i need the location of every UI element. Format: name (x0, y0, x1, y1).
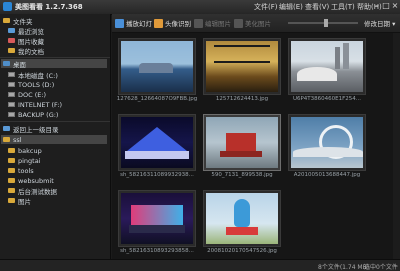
menu-view[interactable]: 查看(V) (305, 2, 329, 12)
drive-icon (8, 112, 15, 117)
drive-icon (8, 102, 15, 107)
recent-icon (8, 28, 15, 33)
sort-dropdown[interactable]: 修改日期 ▾ (364, 18, 395, 28)
sidebar-item-documents[interactable]: 我的文档 (8, 46, 44, 56)
folder-icon (8, 48, 15, 53)
sidebar-item-tools[interactable]: tools (8, 166, 34, 175)
thumbnail-image (118, 114, 196, 171)
sidebar-item-desktop[interactable]: 桌面 (1, 59, 107, 69)
face-detect-button[interactable]: 头像识别 (154, 17, 191, 29)
thumbnail-item[interactable]: sh_58216311089932938... (116, 112, 198, 181)
drive-icon (8, 92, 15, 97)
sidebar-item-pingtai[interactable]: pingtai (8, 156, 41, 165)
vertical-scrollbar[interactable] (393, 33, 400, 259)
thumbnail-item[interactable]: 127628_12664087O9FBB.jpg (116, 36, 198, 105)
folder-icon (8, 198, 15, 203)
folder-icon (8, 148, 15, 153)
sidebar-item-websubmit[interactable]: websubmit (8, 176, 54, 185)
sidebar-item-recent[interactable]: 最近浏览 (8, 26, 44, 36)
slideshow-button[interactable]: 播放幻灯 (115, 17, 152, 29)
edit-image-button[interactable]: 编辑图片 (194, 17, 231, 29)
thumbnail-item[interactable]: A201005013688447.jpg (286, 112, 368, 181)
chevron-down-icon: ▾ (392, 20, 396, 28)
thumbnail-image (203, 38, 281, 95)
sidebar-item-pictures[interactable]: 图片 (8, 196, 31, 206)
thumbnail-filename: A201005013688447.jpg (293, 172, 361, 178)
title-bar: 美图看看 1.2.7.368 文件(F) 编辑(E) 查看(V) 工具(T) 帮… (0, 0, 400, 15)
menu-file[interactable]: 文件(F) (254, 2, 278, 12)
thumbnail-image (288, 38, 366, 95)
close-icon[interactable]: × (390, 1, 400, 11)
thumbnail-image (203, 114, 281, 171)
folder-icon (3, 137, 10, 142)
thumbnail-item[interactable]: 125712624413.jpg (201, 36, 283, 105)
desktop-icon (3, 61, 10, 66)
thumbnail-filename: 590_7131_899538.jpg (211, 172, 273, 178)
beautify-icon (234, 18, 243, 28)
thumbnail-item[interactable]: sh_58216310893293858... (116, 188, 198, 257)
drive-icon (8, 82, 15, 87)
beautify-image-button[interactable]: 美化图片 (234, 17, 271, 29)
sidebar-item-drive-f[interactable]: INTELNET (F:) (8, 100, 62, 109)
zoom-slider-handle[interactable] (324, 19, 329, 27)
menu-edit[interactable]: 编辑(E) (279, 2, 303, 12)
face-icon (154, 18, 163, 28)
app-logo-icon (3, 2, 12, 11)
sidebar-header-folders[interactable]: 文件夹 (3, 16, 33, 26)
thumbnail-item[interactable]: 20081020170547526.jpg (201, 188, 283, 257)
thumbnail-image (288, 114, 366, 171)
thumbnail-filename: 20081020170547526.jpg (207, 248, 277, 254)
folder-icon (8, 158, 15, 163)
sidebar-item-drive-d[interactable]: TOOLS (D:) (8, 80, 54, 89)
sidebar-item-bakcup[interactable]: bakcup (8, 146, 42, 155)
sidebar-item-favorites[interactable]: 图片收藏 (8, 36, 44, 46)
thumbnail-filename: 127628_12664087O9FBB.jpg (116, 96, 198, 102)
thumbnail-item-selected[interactable]: 590_7131_899538.jpg (201, 112, 283, 181)
sidebar-item-drive-c[interactable]: 本地磁盘 (C:) (8, 70, 58, 80)
app-title: 美图看看 1.2.7.368 (15, 3, 83, 11)
folder-icon (8, 168, 15, 173)
thumbnail-item[interactable]: U6P4T3860460E1F254... (286, 36, 368, 105)
sidebar-item-drive-g[interactable]: BACKUP (G:) (8, 110, 58, 119)
drive-icon (8, 72, 15, 77)
thumbnail-filename: 125712624413.jpg (215, 96, 269, 102)
folder-icon (8, 178, 15, 183)
folder-icon (3, 18, 10, 23)
folder-sidebar: 文件夹 最近浏览 图片收藏 我的文档 桌面 本地磁盘 (C:) TOOLS (D… (0, 14, 111, 259)
sidebar-item-parent-dir[interactable]: 返回上一级目录 (3, 124, 59, 134)
thumbnail-filename: sh_58216311089932938... (120, 172, 194, 178)
thumbnail-grid: 127628_12664087O9FBB.jpg 125712624413.jp… (112, 33, 400, 259)
slideshow-icon (115, 18, 124, 28)
sidebar-item-drive-e[interactable]: DOC (E:) (8, 90, 46, 99)
favorites-icon (8, 38, 15, 43)
edit-icon (194, 18, 203, 28)
thumbnail-filename: U6P4T3860460E1F254... (292, 96, 362, 102)
toolbar: 播放幻灯 头像识别 编辑图片 美化图片 修改日期 ▾ (112, 14, 400, 33)
thumbnail-image (118, 190, 196, 247)
thumbnail-image (118, 38, 196, 95)
up-folder-icon (3, 126, 10, 131)
status-bar: 8个文件(1.74 MB) 选中0个文件 (0, 259, 400, 271)
divider (0, 121, 110, 122)
menu-tools[interactable]: 工具(T) (331, 2, 355, 12)
folder-icon (8, 188, 15, 193)
zoom-slider[interactable] (288, 19, 358, 27)
sidebar-item-ssl[interactable]: ssl (1, 135, 107, 144)
sidebar-item-test-data[interactable]: 后台测试数据 (8, 186, 57, 196)
thumbnail-filename: sh_58216310893293858... (120, 248, 194, 254)
thumbnail-image (203, 190, 281, 247)
